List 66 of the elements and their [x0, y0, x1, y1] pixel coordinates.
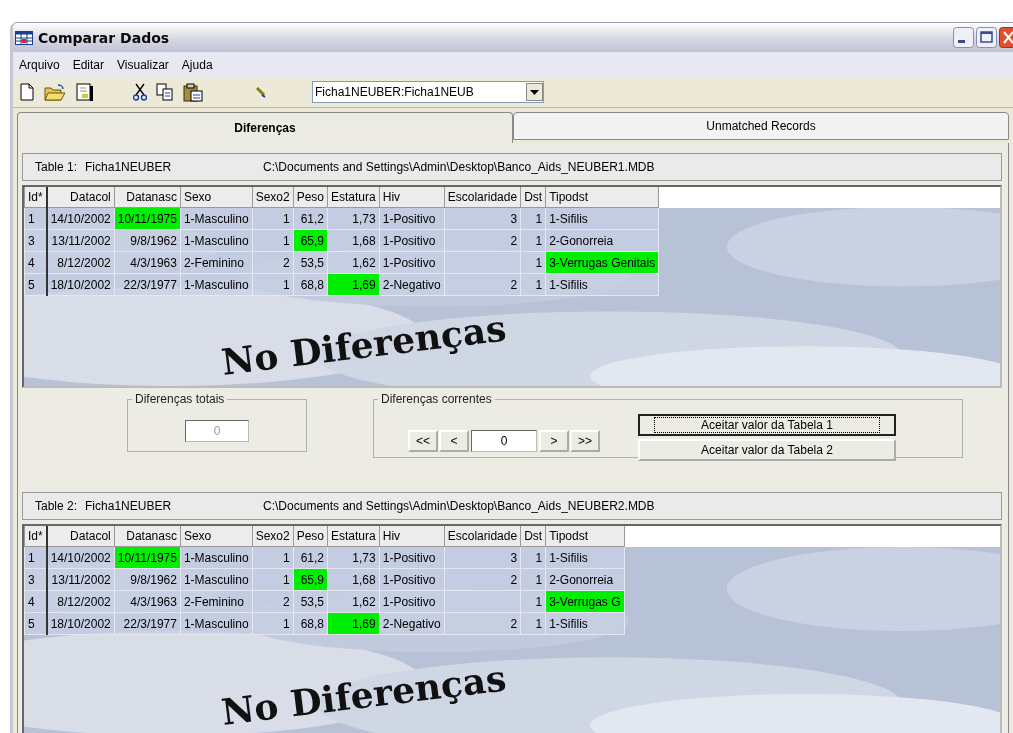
column-header[interactable]: Estatura [327, 526, 380, 547]
column-header[interactable]: Id* [24, 526, 47, 547]
column-header[interactable]: Hiv [379, 187, 445, 208]
file-path: C:\Documents and Settings\Admin\Desktop\Banco_Aids_NEUBER2.MDB [263, 499, 655, 513]
menu-item[interactable]: Ajuda [175, 57, 220, 72]
column-header[interactable]: Hiv [379, 526, 445, 547]
navigation-button[interactable]: < [439, 430, 469, 452]
table-cell: 4 [24, 251, 47, 274]
column-header[interactable]: Datacol [46, 187, 115, 208]
menu-item[interactable]: Arquivo [13, 57, 67, 72]
navigation-button[interactable]: > [539, 430, 569, 452]
column-header[interactable]: Peso [293, 526, 328, 547]
column-header[interactable]: Estatura [327, 187, 380, 208]
column-header[interactable]: Tipodst [545, 187, 659, 208]
menu-item[interactable]: Editar [66, 57, 112, 72]
table-label: Table 1: [35, 160, 78, 174]
group-label: Diferenças totais [134, 392, 226, 406]
column-header[interactable]: Dst [520, 526, 546, 547]
table-cell: 3 [24, 568, 47, 591]
accept-button[interactable]: Aceitar valor da Tabela 2 [638, 439, 896, 461]
column-header[interactable]: Datanasc [114, 187, 181, 208]
file-path: C:\Documents and Settings\Admin\Desktop\Banco_Aids_NEUBER1.MDB [263, 160, 655, 174]
accept-button[interactable]: Aceitar valor da Tabela 1 [638, 414, 896, 436]
new-file-icon[interactable] [19, 83, 35, 101]
maximize-button[interactable] [976, 27, 997, 48]
column-header[interactable]: Sexo [180, 187, 253, 208]
table-cell: 5 [24, 273, 47, 296]
no-differences-text: No Diferenças [219, 657, 509, 732]
table-cell: 5 [24, 612, 47, 635]
table-name: Ficha1NEUBER [85, 160, 173, 174]
table-cell: 3 [24, 229, 47, 252]
table-cell: 4 [24, 590, 47, 613]
column-header[interactable]: Sexo2 [252, 187, 294, 208]
table-cell: 1 [24, 546, 47, 569]
menu-item[interactable]: Visualizar [111, 57, 176, 72]
no-differences-text: No Diferenças [219, 307, 509, 382]
paste-icon[interactable] [183, 82, 203, 102]
open-folder-icon[interactable] [44, 83, 66, 101]
column-header[interactable]: Escolaridade [444, 526, 521, 547]
table-cell: 1 [24, 207, 47, 230]
column-header[interactable]: Datanasc [114, 526, 181, 547]
column-header[interactable]: Tipodst [545, 526, 624, 547]
column-header[interactable]: Dst [520, 187, 546, 208]
wand-icon[interactable] [255, 86, 267, 98]
tab[interactable]: Diferenças [17, 112, 513, 143]
navigation-button[interactable]: << [408, 430, 438, 452]
cut-icon[interactable] [133, 83, 147, 101]
window-title: Comparar Dados [38, 29, 171, 46]
column-header[interactable]: Sexo2 [252, 526, 294, 547]
table-dropdown[interactable]: Ficha1NEUBER:Ficha1NEUB [312, 81, 544, 103]
document-icon[interactable] [75, 82, 95, 102]
table-label: Table 2: [35, 499, 78, 513]
column-header[interactable]: Sexo [180, 526, 253, 547]
column-header[interactable]: Id* [24, 187, 47, 208]
group-label: Diferenças correntes [380, 392, 493, 406]
column-header[interactable]: Peso [293, 187, 328, 208]
table-icon [15, 30, 33, 45]
close-button[interactable] [999, 27, 1013, 48]
copy-icon[interactable] [156, 83, 174, 101]
current-difference-field[interactable]: 0 [471, 430, 537, 452]
column-header[interactable]: Escolaridade [444, 187, 521, 208]
table-name: Ficha1NEUBER [85, 499, 173, 513]
minimize-button[interactable] [953, 27, 974, 48]
tab[interactable]: Unmatched Records [513, 112, 1009, 140]
navigation-button[interactable]: >> [570, 430, 600, 452]
column-header[interactable]: Datacol [46, 526, 115, 547]
